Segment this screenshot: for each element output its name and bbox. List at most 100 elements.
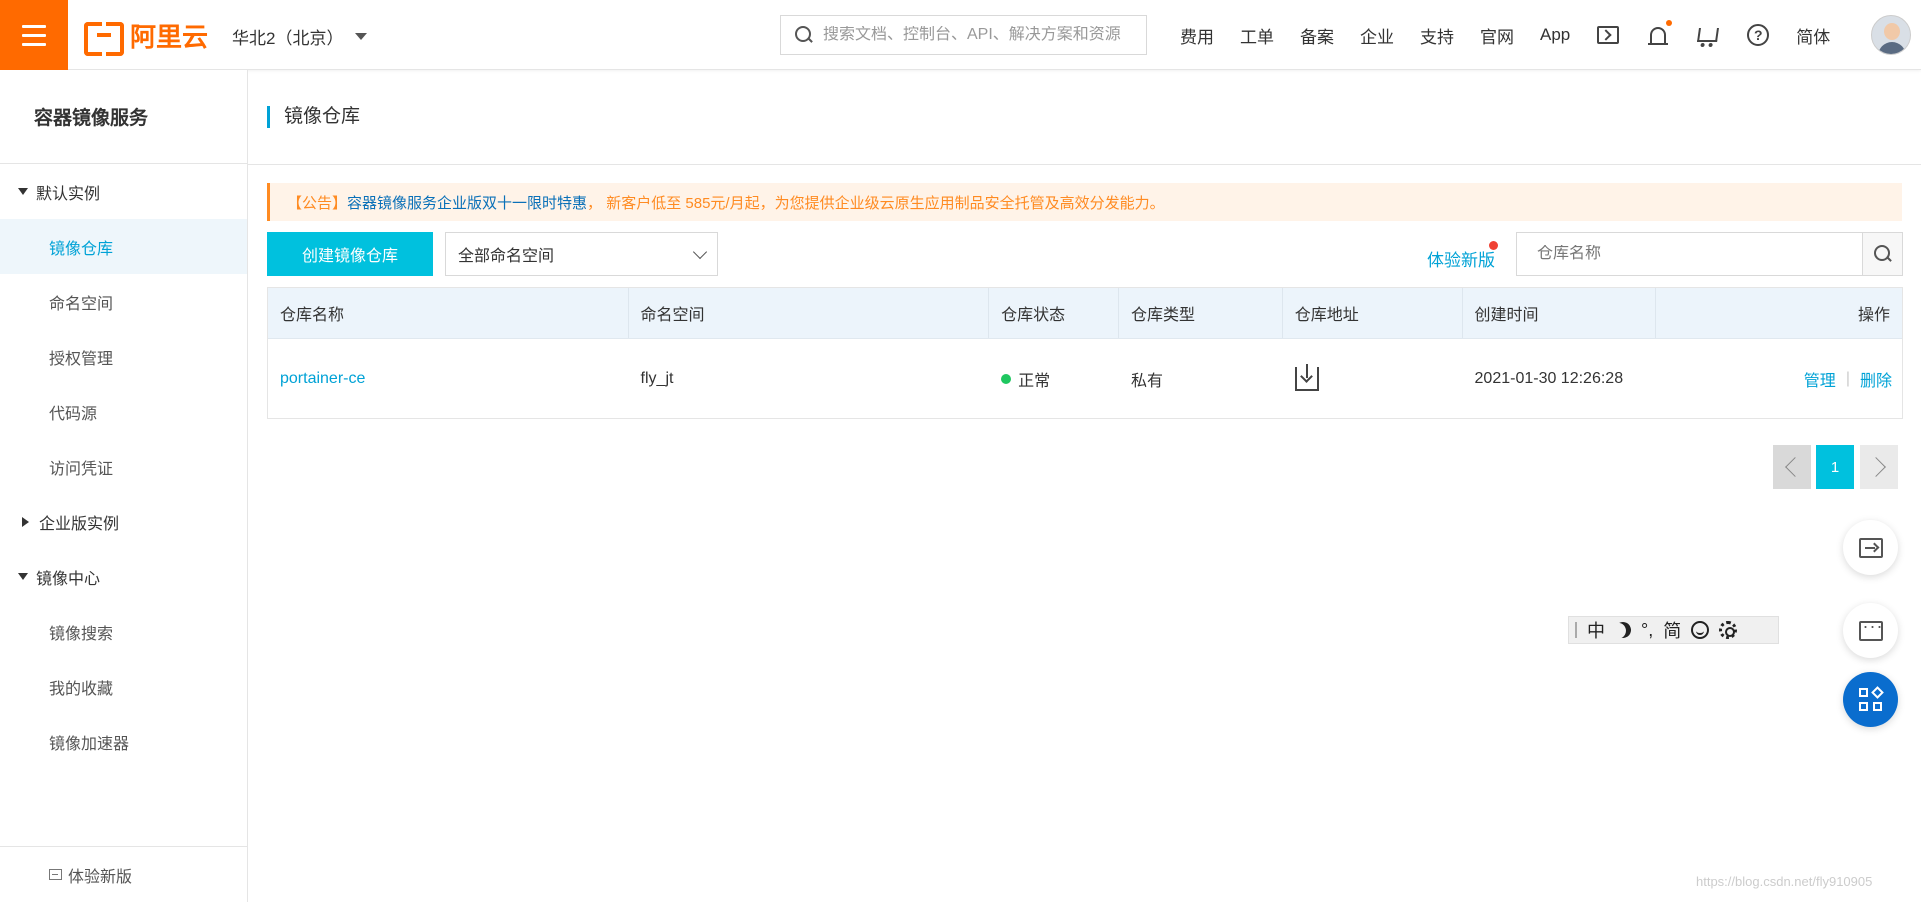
apps-grid-icon <box>1858 685 1884 712</box>
cart-icon[interactable] <box>1696 23 1720 47</box>
gear-icon[interactable] <box>1719 621 1738 639</box>
column-header-created: 创建时间 <box>1463 288 1657 338</box>
repository-search-button[interactable] <box>1862 232 1903 276</box>
moon-icon[interactable] <box>1613 620 1634 641</box>
help-icon[interactable]: ? <box>1746 23 1770 47</box>
pagination-prev-button[interactable] <box>1773 445 1811 489</box>
download-icon[interactable] <box>1294 363 1319 391</box>
chevron-left-icon <box>1785 457 1805 477</box>
column-header-actions: 操作 <box>1857 307 1890 324</box>
nav-enterprise[interactable]: 企业 <box>1360 23 1394 48</box>
column-header-name: 仓库名称 <box>268 288 629 338</box>
sidebar-item-access-credentials[interactable]: 访问凭证 <box>0 439 247 494</box>
column-header-status: 仓库状态 <box>989 288 1119 338</box>
ime-mode-toggle[interactable]: 中 <box>1587 617 1605 643</box>
floating-apps-button[interactable] <box>1843 672 1898 727</box>
sidebar-item-authorization[interactable]: 授权管理 <box>0 329 247 384</box>
try-new-version-link[interactable]: 体验新版 <box>1427 246 1495 271</box>
sidebar-item-repositories[interactable]: 镜像仓库 <box>0 219 247 274</box>
caret-down-icon <box>18 573 28 580</box>
screen-share-icon <box>1858 537 1883 558</box>
aliyun-logo[interactable]: 阿里云 <box>84 19 209 56</box>
sidebar-item-code-source[interactable]: 代码源 <box>0 384 247 439</box>
sidebar-group-enterprise-instance[interactable]: 企业版实例 <box>0 494 247 549</box>
repository-search-input[interactable] <box>1537 245 1837 263</box>
global-search-input[interactable] <box>823 26 1133 44</box>
sidebar-group-label: 企业版实例 <box>39 515 120 533</box>
nav-icp[interactable]: 备案 <box>1300 23 1334 48</box>
pagination-next-button[interactable] <box>1860 445 1898 489</box>
sidebar-item-image-search[interactable]: 镜像搜索 <box>0 604 247 659</box>
preview-icon <box>49 869 62 880</box>
sidebar-group-image-center[interactable]: 镜像中心 <box>0 549 247 604</box>
page-header: 镜像仓库 <box>248 70 1921 165</box>
floating-chat-button[interactable] <box>1843 603 1898 658</box>
sidebar-group-default-instance[interactable]: 默认实例 <box>0 164 247 219</box>
column-header-address: 仓库地址 <box>1283 288 1463 338</box>
delete-link[interactable]: 删除 <box>1860 367 1892 391</box>
sidebar: 容器镜像服务 默认实例 镜像仓库 命名空间 授权管理 代码源 访问凭证 企业版实… <box>0 70 248 902</box>
floating-screen-button[interactable] <box>1843 520 1898 575</box>
repository-namespace: fly_jt <box>640 369 674 387</box>
nav-tickets[interactable]: 工单 <box>1240 23 1274 48</box>
search-icon <box>795 26 813 44</box>
table-row: portainer-ce fly_jt 正常 私有 2021-01-30 12:… <box>268 339 1902 418</box>
user-avatar[interactable] <box>1871 15 1911 55</box>
region-selector[interactable]: 华北2（北京） <box>232 24 368 49</box>
repository-name-link[interactable]: portainer-ce <box>280 370 365 388</box>
repository-table: 仓库名称 命名空间 仓库状态 仓库类型 仓库地址 创建时间 操作 portain… <box>267 287 1903 419</box>
sidebar-group-label: 镜像中心 <box>36 570 101 588</box>
action-separator: | <box>1845 369 1850 387</box>
top-bar: 阿里云 华北2（北京） 费用 工单 备案 企业 支持 官网 App ? 简体 <box>0 0 1921 70</box>
column-header-namespace: 命名空间 <box>629 288 990 338</box>
watermark-text: https://blog.csdn.net/fly910905 <box>1696 874 1873 889</box>
table-header: 仓库名称 命名空间 仓库状态 仓库类型 仓库地址 创建时间 操作 <box>268 288 1902 339</box>
new-badge-dot <box>1489 241 1498 250</box>
cloud-shell-icon[interactable] <box>1596 23 1620 47</box>
sidebar-item-namespaces[interactable]: 命名空间 <box>0 274 247 329</box>
chevron-right-icon <box>1866 457 1886 477</box>
notice-link-enterprise[interactable]: 容器镜像服务企业版 <box>347 192 482 213</box>
search-icon <box>1873 245 1892 263</box>
column-header-type: 仓库类型 <box>1119 288 1283 338</box>
ime-drag-handle[interactable] <box>1575 622 1577 638</box>
repository-created-time: 2021-01-30 12:26:28 <box>1474 369 1624 387</box>
caret-down-icon <box>355 33 368 40</box>
sidebar-item-favorites[interactable]: 我的收藏 <box>0 659 247 714</box>
namespace-select-value: 全部命名空间 <box>458 248 555 265</box>
sidebar-try-new-version[interactable]: 体验新版 <box>0 846 247 902</box>
smiley-icon[interactable] <box>1691 621 1710 639</box>
sidebar-item-image-accelerator[interactable]: 镜像加速器 <box>0 714 247 769</box>
top-nav: 费用 工单 备案 企业 支持 官网 App ? 简体 <box>1180 0 1856 70</box>
notice-link-promo[interactable]: 双十一限时特惠 <box>482 192 587 213</box>
nav-official-site[interactable]: 官网 <box>1480 23 1514 48</box>
caret-down-icon <box>18 188 28 195</box>
namespace-select[interactable]: 全部命名空间 <box>445 232 718 276</box>
notice-prefix: 【公告】 <box>287 194 348 212</box>
manage-link[interactable]: 管理 <box>1804 367 1836 391</box>
main-content: 镜像仓库 【公告】 容器镜像服务企业版 双十一限时特惠 ， 新客户低至 585元… <box>248 70 1921 902</box>
pagination-page-current[interactable]: 1 <box>1816 445 1854 489</box>
ime-punct-toggle[interactable]: °, <box>1641 620 1653 641</box>
ime-toolbar: 中 °, 简 <box>1568 616 1779 644</box>
brand-name: 阿里云 <box>130 21 209 52</box>
page-title: 镜像仓库 <box>267 106 360 128</box>
ime-charset-toggle[interactable]: 简 <box>1663 617 1681 643</box>
menu-icon[interactable] <box>0 0 68 70</box>
create-repository-button[interactable]: 创建镜像仓库 <box>267 232 433 276</box>
caret-right-icon <box>22 516 29 527</box>
nav-support[interactable]: 支持 <box>1420 23 1454 48</box>
sidebar-group-label: 默认实例 <box>36 185 101 203</box>
chevron-down-icon <box>692 244 708 260</box>
announcement-banner: 【公告】 容器镜像服务企业版 双十一限时特惠 ， 新客户低至 585元/月起，为… <box>267 183 1902 221</box>
region-label: 华北2（北京） <box>232 29 344 48</box>
language-switch[interactable]: 简体 <box>1796 23 1830 48</box>
notice-text: ， 新客户低至 585元/月起，为您提供企业级云原生应用制品安全托管及高效分发能… <box>587 194 1165 212</box>
nav-app[interactable]: App <box>1540 25 1570 45</box>
status-ok-dot <box>1001 373 1012 384</box>
repository-search[interactable] <box>1516 232 1863 276</box>
nav-fees[interactable]: 费用 <box>1180 23 1214 48</box>
global-search[interactable] <box>780 15 1147 55</box>
aliyun-logo-mark-icon <box>84 22 124 56</box>
notification-bell-icon[interactable] <box>1646 20 1673 47</box>
